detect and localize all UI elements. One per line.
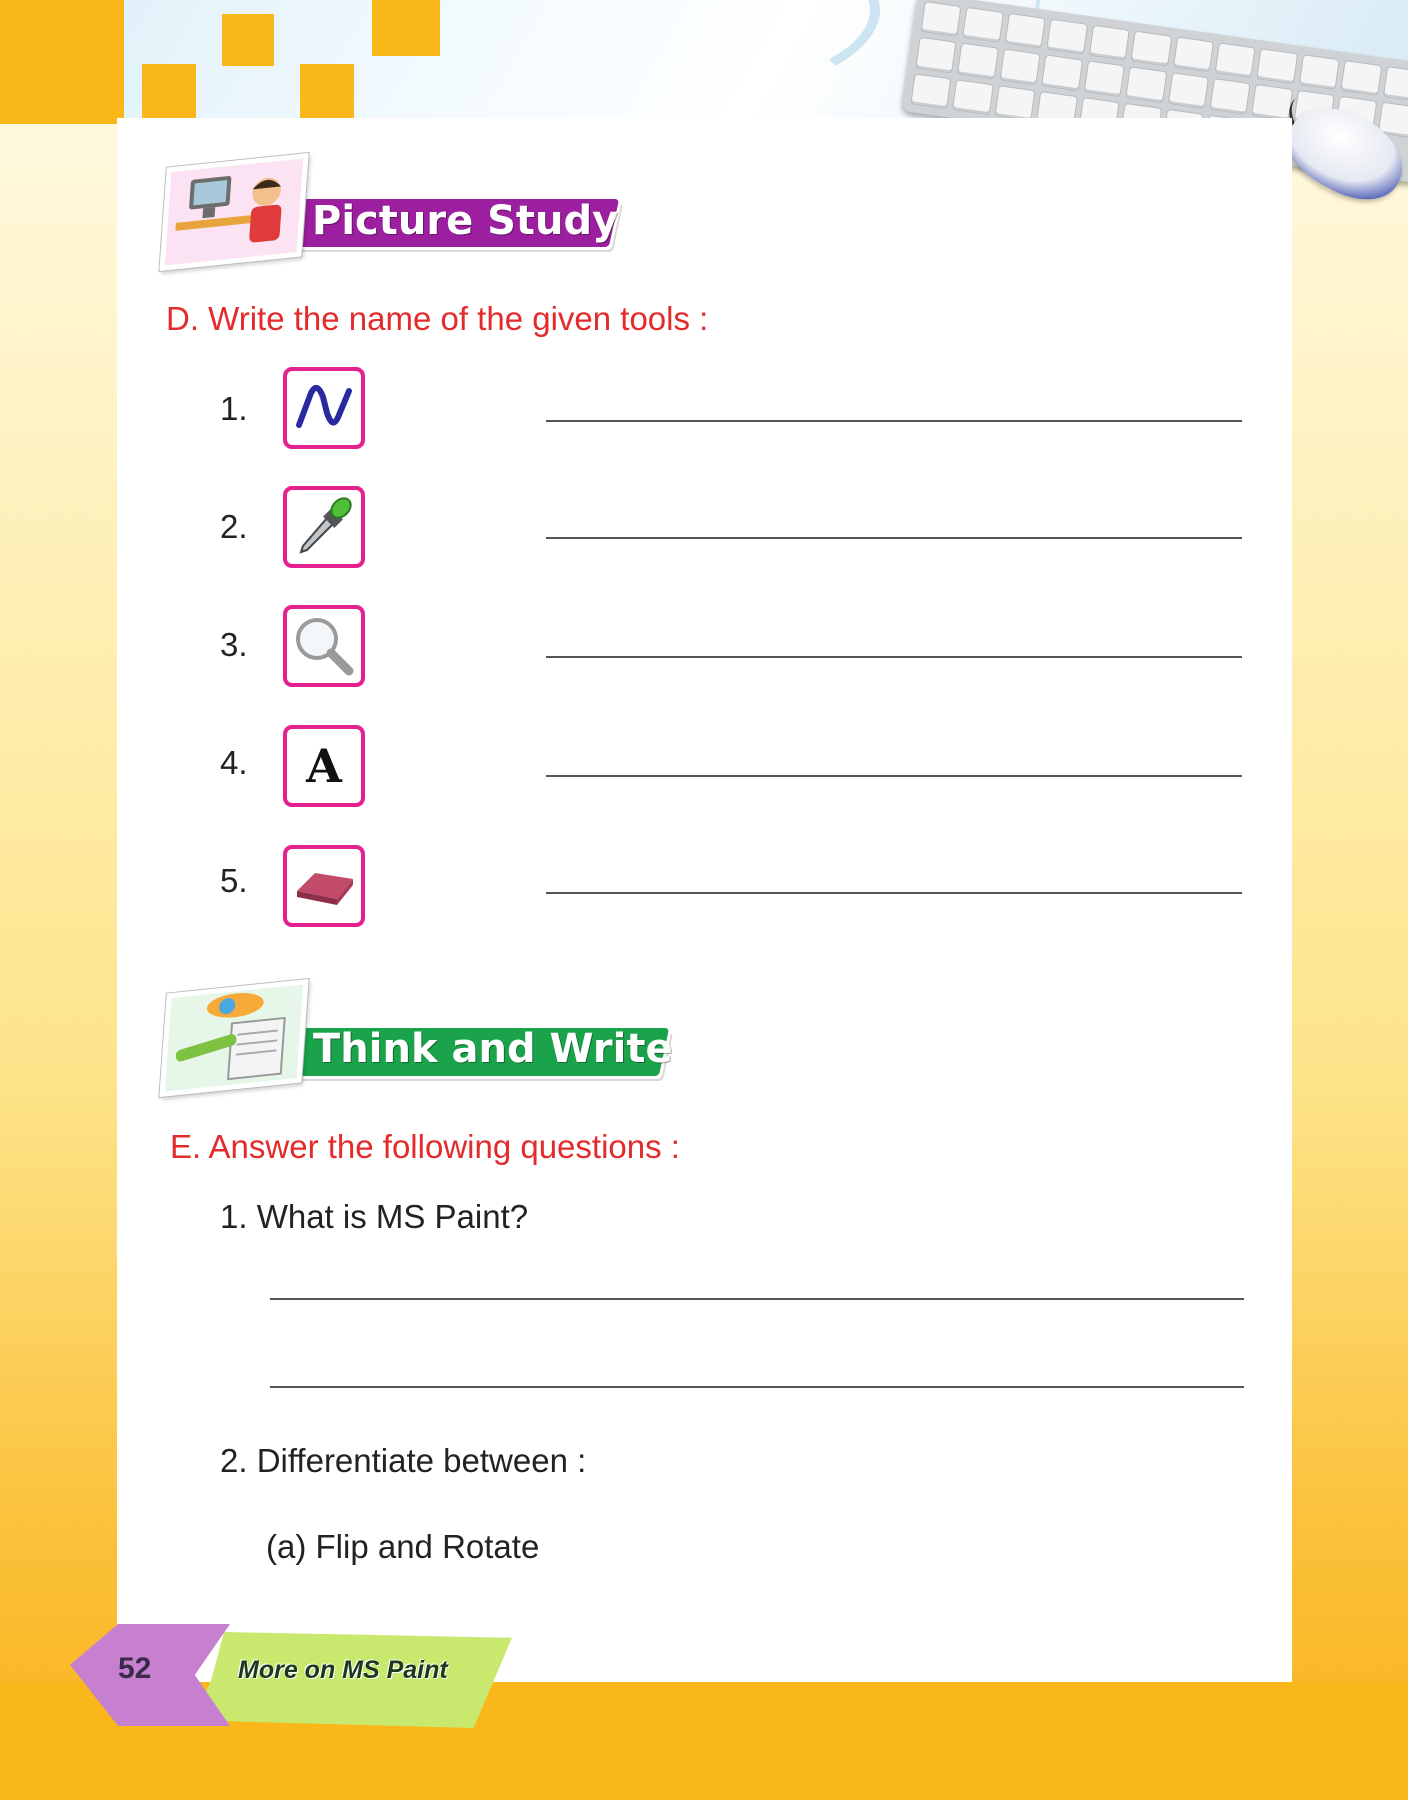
heading-text: Picture Study	[312, 198, 619, 244]
answer-line[interactable]	[270, 1298, 1244, 1300]
item-number: 5.	[220, 862, 248, 899]
heading-text: Think and Write	[313, 1026, 673, 1072]
decorative-square	[300, 64, 354, 118]
answer-line[interactable]	[546, 656, 1242, 658]
corner-decoration	[0, 0, 124, 124]
color-picker-icon	[283, 486, 365, 568]
item-number: 4.	[220, 744, 248, 781]
question-1: 1. What is MS Paint?	[220, 1198, 529, 1235]
answer-line[interactable]	[270, 1386, 1244, 1388]
chapter-title: More on MS Paint	[238, 1656, 448, 1684]
decorative-square	[222, 14, 274, 66]
answer-line[interactable]	[546, 420, 1242, 422]
section-d-label: D. Write the name of the given tools :	[166, 300, 709, 337]
decorative-square	[142, 64, 196, 118]
section-e-label: E. Answer the following questions :	[170, 1128, 680, 1165]
eraser-icon	[283, 845, 365, 927]
question-2: 2. Differentiate between :	[220, 1442, 587, 1479]
computer-kid-illustration	[159, 152, 309, 272]
text-icon-glyph: A	[306, 739, 342, 793]
item-number: 2.	[220, 508, 248, 545]
answer-line[interactable]	[546, 892, 1242, 894]
magnifier-icon	[283, 605, 365, 687]
decorative-square	[372, 0, 440, 56]
item-number: 3.	[220, 626, 248, 663]
answer-line[interactable]	[546, 775, 1242, 777]
notepad-illustration	[159, 978, 309, 1098]
text-icon: A	[283, 725, 365, 807]
page-number: 52	[118, 1652, 152, 1685]
item-number: 1.	[220, 390, 248, 427]
answer-line[interactable]	[546, 537, 1242, 539]
question-2a: (a) Flip and Rotate	[266, 1528, 540, 1565]
curve-icon	[283, 367, 365, 449]
